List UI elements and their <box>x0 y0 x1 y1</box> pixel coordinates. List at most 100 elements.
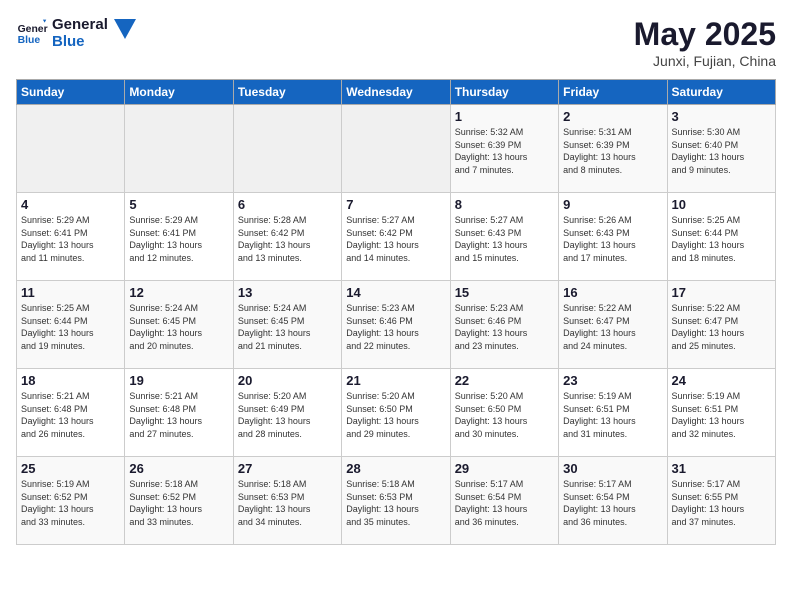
calendar-table: SundayMondayTuesdayWednesdayThursdayFrid… <box>16 79 776 545</box>
svg-text:General: General <box>18 24 48 35</box>
calendar-cell: 22 Sunrise: 5:20 AM Sunset: 6:50 PM Dayli… <box>450 369 558 457</box>
calendar-cell: 8 Sunrise: 5:27 AM Sunset: 6:43 PM Daylig… <box>450 193 558 281</box>
day-number: 3 <box>672 109 771 124</box>
calendar-week-row: 25Sunrise: 5:19 AM Sunset: 6:52 PM Dayli… <box>17 457 776 545</box>
calendar-cell: 31 Sunrise: 5:17 AM Sunset: 6:55 PM Dayli… <box>667 457 775 545</box>
day-header-tuesday: Tuesday <box>233 80 341 105</box>
day-detail: Sunrise: 5:20 AM Sunset: 6:50 PM Dayligh… <box>346 390 445 440</box>
days-header-row: SundayMondayTuesdayWednesdayThursdayFrid… <box>17 80 776 105</box>
calendar-cell: 18 Sunrise: 5:21 AM Sunset: 6:48 PM Dayli… <box>17 369 125 457</box>
calendar-cell <box>125 105 233 193</box>
calendar-cell: 30 Sunrise: 5:17 AM Sunset: 6:54 PM Dayli… <box>559 457 667 545</box>
day-header-wednesday: Wednesday <box>342 80 450 105</box>
calendar-cell: 29Sunrise: 5:17 AM Sunset: 6:54 PM Dayli… <box>450 457 558 545</box>
day-header-monday: Monday <box>125 80 233 105</box>
day-detail: Sunrise: 5:28 AM Sunset: 6:42 PM Dayligh… <box>238 214 337 264</box>
day-detail: Sunrise: 5:25 AM Sunset: 6:44 PM Dayligh… <box>21 302 120 352</box>
svg-text:Blue: Blue <box>18 35 41 46</box>
day-detail: Sunrise: 5:20 AM Sunset: 6:49 PM Dayligh… <box>238 390 337 440</box>
day-number: 7 <box>346 197 445 212</box>
day-number: 5 <box>129 197 228 212</box>
day-detail: Sunrise: 5:23 AM Sunset: 6:46 PM Dayligh… <box>455 302 554 352</box>
calendar-week-row: 18 Sunrise: 5:21 AM Sunset: 6:48 PM Dayli… <box>17 369 776 457</box>
day-detail: Sunrise: 5:29 AM Sunset: 6:41 PM Dayligh… <box>21 214 120 264</box>
logo-arrow-icon <box>114 19 136 39</box>
day-detail: Sunrise: 5:24 AM Sunset: 6:45 PM Dayligh… <box>129 302 228 352</box>
day-number: 18 <box>21 373 120 388</box>
calendar-week-row: 4Sunrise: 5:29 AM Sunset: 6:41 PM Daylig… <box>17 193 776 281</box>
day-number: 28 <box>346 461 445 476</box>
calendar-cell: 2 Sunrise: 5:31 AM Sunset: 6:39 PM Daylig… <box>559 105 667 193</box>
calendar-cell: 6 Sunrise: 5:28 AM Sunset: 6:42 PM Daylig… <box>233 193 341 281</box>
logo-blue-text: Blue <box>52 33 108 50</box>
calendar-cell: 14Sunrise: 5:23 AM Sunset: 6:46 PM Dayli… <box>342 281 450 369</box>
day-number: 24 <box>672 373 771 388</box>
logo: General Blue General Blue <box>16 16 136 51</box>
title-block: May 2025 Junxi, Fujian, China <box>634 16 776 69</box>
page-header: General Blue General Blue May 2025 Junxi… <box>16 16 776 69</box>
day-detail: Sunrise: 5:20 AM Sunset: 6:50 PM Dayligh… <box>455 390 554 440</box>
day-detail: Sunrise: 5:27 AM Sunset: 6:43 PM Dayligh… <box>455 214 554 264</box>
logo-general-text: General <box>52 16 108 33</box>
day-detail: Sunrise: 5:17 AM Sunset: 6:55 PM Dayligh… <box>672 478 771 528</box>
calendar-cell: 26 Sunrise: 5:18 AM Sunset: 6:52 PM Dayli… <box>125 457 233 545</box>
day-detail: Sunrise: 5:19 AM Sunset: 6:51 PM Dayligh… <box>563 390 662 440</box>
day-detail: Sunrise: 5:30 AM Sunset: 6:40 PM Dayligh… <box>672 126 771 176</box>
day-detail: Sunrise: 5:18 AM Sunset: 6:53 PM Dayligh… <box>238 478 337 528</box>
calendar-cell: 7 Sunrise: 5:27 AM Sunset: 6:42 PM Daylig… <box>342 193 450 281</box>
calendar-cell: 16Sunrise: 5:22 AM Sunset: 6:47 PM Dayli… <box>559 281 667 369</box>
calendar-cell: 12Sunrise: 5:24 AM Sunset: 6:45 PM Dayli… <box>125 281 233 369</box>
day-number: 14 <box>346 285 445 300</box>
day-number: 17 <box>672 285 771 300</box>
day-number: 19 <box>129 373 228 388</box>
calendar-cell: 3 Sunrise: 5:30 AM Sunset: 6:40 PM Daylig… <box>667 105 775 193</box>
day-detail: Sunrise: 5:22 AM Sunset: 6:47 PM Dayligh… <box>672 302 771 352</box>
day-detail: Sunrise: 5:18 AM Sunset: 6:52 PM Dayligh… <box>129 478 228 528</box>
month-title: May 2025 <box>634 16 776 53</box>
day-number: 9 <box>563 197 662 212</box>
day-detail: Sunrise: 5:21 AM Sunset: 6:48 PM Dayligh… <box>21 390 120 440</box>
day-header-saturday: Saturday <box>667 80 775 105</box>
calendar-cell: 13 Sunrise: 5:24 AM Sunset: 6:45 PM Dayli… <box>233 281 341 369</box>
calendar-cell: 25Sunrise: 5:19 AM Sunset: 6:52 PM Dayli… <box>17 457 125 545</box>
day-number: 13 <box>238 285 337 300</box>
calendar-cell: 24 Sunrise: 5:19 AM Sunset: 6:51 PM Dayli… <box>667 369 775 457</box>
calendar-cell: 5Sunrise: 5:29 AM Sunset: 6:41 PM Daylig… <box>125 193 233 281</box>
location-subtitle: Junxi, Fujian, China <box>634 53 776 69</box>
day-number: 30 <box>563 461 662 476</box>
day-number: 15 <box>455 285 554 300</box>
day-detail: Sunrise: 5:25 AM Sunset: 6:44 PM Dayligh… <box>672 214 771 264</box>
day-detail: Sunrise: 5:24 AM Sunset: 6:45 PM Dayligh… <box>238 302 337 352</box>
day-detail: Sunrise: 5:26 AM Sunset: 6:43 PM Dayligh… <box>563 214 662 264</box>
calendar-cell <box>233 105 341 193</box>
day-number: 2 <box>563 109 662 124</box>
calendar-cell: 4Sunrise: 5:29 AM Sunset: 6:41 PM Daylig… <box>17 193 125 281</box>
day-number: 29 <box>455 461 554 476</box>
day-number: 10 <box>672 197 771 212</box>
calendar-cell: 15 Sunrise: 5:23 AM Sunset: 6:46 PM Dayli… <box>450 281 558 369</box>
calendar-cell: 11 Sunrise: 5:25 AM Sunset: 6:44 PM Dayli… <box>17 281 125 369</box>
day-number: 23 <box>563 373 662 388</box>
calendar-cell <box>17 105 125 193</box>
day-header-sunday: Sunday <box>17 80 125 105</box>
day-number: 6 <box>238 197 337 212</box>
day-number: 8 <box>455 197 554 212</box>
calendar-cell: 21Sunrise: 5:20 AM Sunset: 6:50 PM Dayli… <box>342 369 450 457</box>
logo-icon: General Blue <box>16 19 48 47</box>
day-detail: Sunrise: 5:27 AM Sunset: 6:42 PM Dayligh… <box>346 214 445 264</box>
day-number: 11 <box>21 285 120 300</box>
calendar-week-row: 1 Sunrise: 5:32 AM Sunset: 6:39 PM Daylig… <box>17 105 776 193</box>
day-number: 22 <box>455 373 554 388</box>
calendar-cell: 10 Sunrise: 5:25 AM Sunset: 6:44 PM Dayli… <box>667 193 775 281</box>
day-number: 26 <box>129 461 228 476</box>
day-number: 31 <box>672 461 771 476</box>
day-detail: Sunrise: 5:17 AM Sunset: 6:54 PM Dayligh… <box>563 478 662 528</box>
day-number: 27 <box>238 461 337 476</box>
day-detail: Sunrise: 5:31 AM Sunset: 6:39 PM Dayligh… <box>563 126 662 176</box>
calendar-cell: 1 Sunrise: 5:32 AM Sunset: 6:39 PM Daylig… <box>450 105 558 193</box>
day-number: 1 <box>455 109 554 124</box>
day-detail: Sunrise: 5:32 AM Sunset: 6:39 PM Dayligh… <box>455 126 554 176</box>
calendar-cell: 19Sunrise: 5:21 AM Sunset: 6:48 PM Dayli… <box>125 369 233 457</box>
day-detail: Sunrise: 5:19 AM Sunset: 6:51 PM Dayligh… <box>672 390 771 440</box>
day-detail: Sunrise: 5:19 AM Sunset: 6:52 PM Dayligh… <box>21 478 120 528</box>
